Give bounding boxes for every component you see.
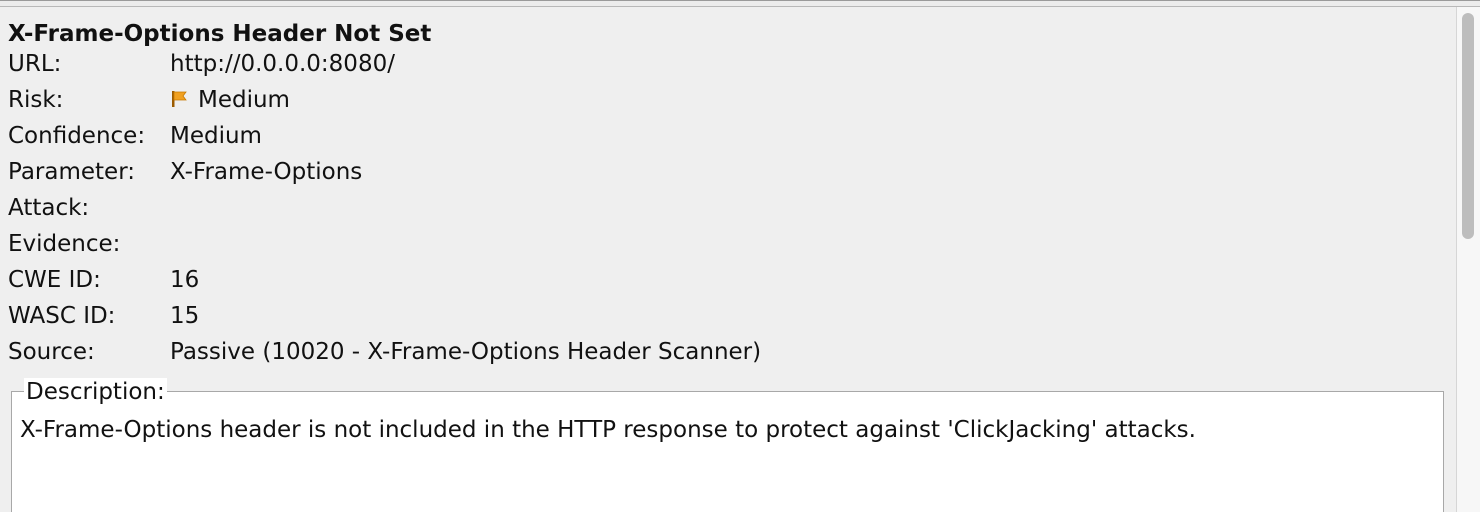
parameter-label: Parameter: (8, 159, 136, 185)
parameter-row: Parameter: X-Frame-Options (8, 155, 1448, 189)
risk-label: Risk: (8, 87, 64, 113)
confidence-row: Confidence: Medium (8, 119, 1448, 153)
vertical-scrollbar[interactable] (1456, 7, 1480, 512)
confidence-label: Confidence: (8, 123, 146, 149)
confidence-value: Medium (170, 123, 262, 149)
parameter-value: X-Frame-Options (170, 159, 363, 185)
url-row: URL: http://0.0.0.0:8080/ (8, 47, 1448, 81)
scrollbar-thumb[interactable] (1462, 13, 1474, 239)
wasc-id-row: WASC ID: 15 (8, 299, 1448, 333)
alert-details-panel: X-Frame-Options Header Not Set URL: http… (0, 0, 1480, 512)
risk-value-container: Medium (170, 83, 290, 117)
source-value: Passive (10020 - X-Frame-Options Header … (170, 339, 762, 365)
cwe-id-value: 16 (170, 267, 200, 293)
url-label: URL: (8, 51, 62, 77)
alert-title: X-Frame-Options Header Not Set (8, 21, 432, 47)
description-box[interactable]: Description: X-Frame-Options header is n… (11, 378, 1444, 512)
attack-row: Attack: (8, 191, 1448, 225)
risk-row: Risk: Medium (8, 83, 1448, 117)
alert-details-content: X-Frame-Options Header Not Set URL: http… (0, 7, 1456, 512)
flag-icon (172, 91, 187, 107)
url-value[interactable]: http://0.0.0.0:8080/ (170, 47, 395, 81)
evidence-label: Evidence: (8, 231, 121, 257)
evidence-row: Evidence: (8, 227, 1448, 261)
risk-value: Medium (198, 87, 290, 113)
wasc-id-label: WASC ID: (8, 303, 116, 329)
cwe-id-row: CWE ID: 16 (8, 263, 1448, 297)
description-legend: Description: (24, 378, 167, 406)
source-label: Source: (8, 339, 95, 365)
description-text: X-Frame-Options header is not included i… (20, 417, 1196, 443)
wasc-id-value: 15 (170, 303, 200, 329)
attack-label: Attack: (8, 195, 90, 221)
cwe-id-label: CWE ID: (8, 267, 101, 293)
source-row: Source: Passive (10020 - X-Frame-Options… (8, 335, 1448, 369)
